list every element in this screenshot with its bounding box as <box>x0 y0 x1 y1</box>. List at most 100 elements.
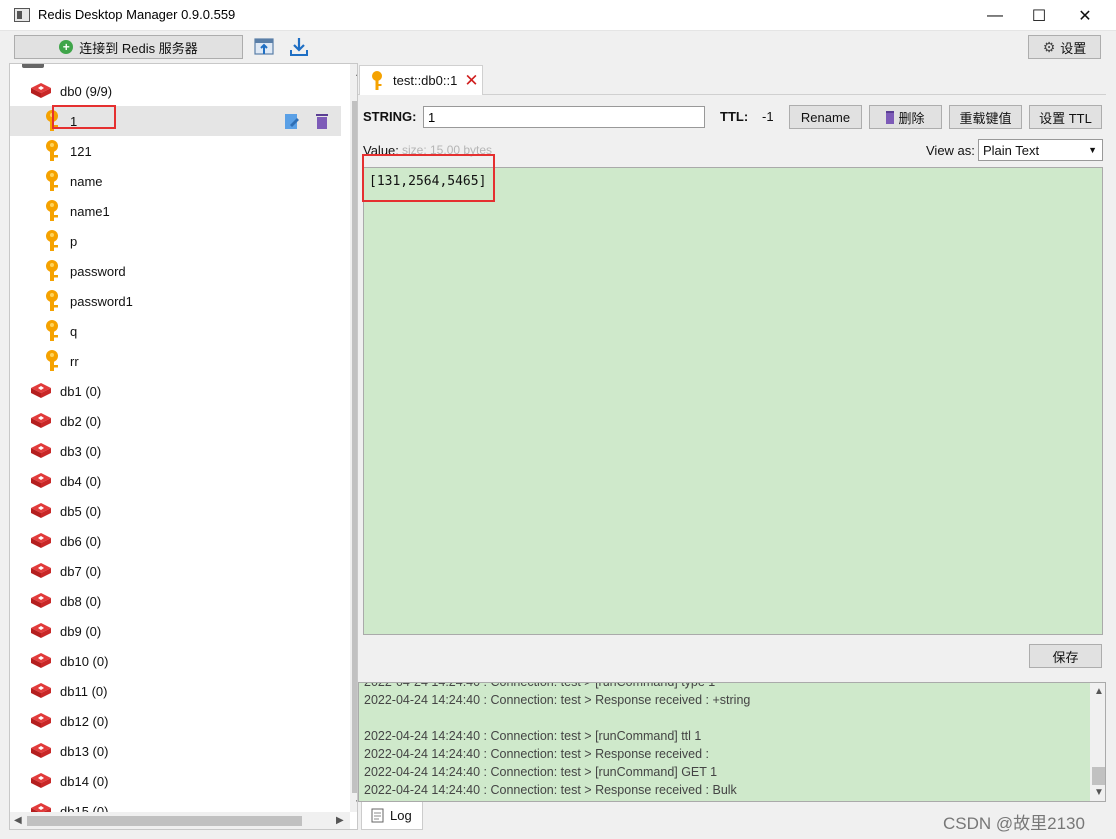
db-name: db6 (0) <box>60 533 102 549</box>
database-icon <box>30 682 52 700</box>
tree-db-row[interactable]: db5 (0) <box>10 496 341 526</box>
key-name: 121 <box>70 143 92 159</box>
database-icon <box>30 712 52 730</box>
minimize-button[interactable]: — <box>972 0 1018 31</box>
highlight-box-key <box>52 105 116 129</box>
tab-label: test::db0::1 <box>393 73 458 88</box>
key-icon <box>44 290 60 312</box>
import-icon <box>254 38 274 55</box>
connect-redis-button[interactable]: + 连接到 Redis 服务器 <box>14 35 243 59</box>
app-icon <box>14 8 30 22</box>
db-name: db12 (0) <box>60 713 109 729</box>
tree-db-row[interactable]: db9 (0) <box>10 616 341 646</box>
tree-db-row[interactable]: db6 (0) <box>10 526 341 556</box>
tree-key-row[interactable]: name <box>10 166 341 196</box>
view-as-selected: Plain Text <box>983 142 1040 158</box>
database-icon <box>30 442 52 460</box>
highlight-box-value <box>362 154 495 202</box>
scroll-right-arrow[interactable]: ▶ <box>336 815 344 826</box>
tree-db-row[interactable]: db2 (0) <box>10 406 341 436</box>
reload-value-button[interactable]: 重载键值 <box>949 105 1022 129</box>
db-name: db5 (0) <box>60 503 102 519</box>
tree-db-row[interactable]: db4 (0) <box>10 466 341 496</box>
save-button[interactable]: 保存 <box>1029 644 1102 668</box>
tree-key-row[interactable]: rr <box>10 346 341 376</box>
server-icon <box>22 64 44 68</box>
key-icon <box>44 260 60 282</box>
key-name: rr <box>70 353 79 369</box>
tree-key-row[interactable]: name1 <box>10 196 341 226</box>
chevron-down-icon: ▼ <box>1088 145 1097 155</box>
set-ttl-button[interactable]: 设置 TTL <box>1029 105 1102 129</box>
view-as-select[interactable]: Plain Text ▼ <box>978 139 1103 161</box>
download-icon <box>290 38 308 56</box>
key-name: name <box>70 173 103 189</box>
log-scroll-up-arrow[interactable]: ▲ <box>1094 686 1104 697</box>
database-icon <box>30 622 52 640</box>
tree-key-row[interactable]: password <box>10 256 341 286</box>
delete-label: 删除 <box>898 110 925 126</box>
window-title: Redis Desktop Manager 0.9.0.559 <box>38 7 236 22</box>
settings-button[interactable]: ⚙ 设置 <box>1028 35 1101 59</box>
database-icon <box>30 472 52 490</box>
tree-db-row[interactable]: db11 (0) <box>10 676 341 706</box>
tree-db-row[interactable]: db8 (0) <box>10 586 341 616</box>
key-name-input[interactable] <box>423 106 705 128</box>
delete-button[interactable]: 删除 <box>869 105 942 129</box>
tree-db-row[interactable]: db1 (0) <box>10 376 341 406</box>
log-line: 2022-04-24 14:24:40 : Connection: test >… <box>364 693 751 707</box>
db-name: db4 (0) <box>60 473 102 489</box>
log-scroll-thumb[interactable] <box>1092 767 1105 785</box>
db-name: db10 (0) <box>60 653 109 669</box>
log-panel: 2022-04-24 14:24:40 : Connection: test >… <box>358 682 1106 802</box>
log-line: 2022-04-24 14:24:40 : Connection: test >… <box>364 729 702 743</box>
key-name: p <box>70 233 78 249</box>
key-icon <box>44 320 60 342</box>
db-name: db14 (0) <box>60 773 109 789</box>
type-label: STRING: <box>363 109 417 124</box>
database-icon <box>30 532 52 550</box>
connect-label: 连接到 Redis 服务器 <box>79 40 198 56</box>
tab-key-view[interactable]: test::db0::1 ✕ <box>359 65 483 95</box>
tree-hscroll-thumb[interactable] <box>27 816 302 826</box>
tree-key-row[interactable]: q <box>10 316 341 346</box>
tree-db-row[interactable]: db0 (9/9) <box>10 76 341 106</box>
db-name: db7 (0) <box>60 563 102 579</box>
value-textarea[interactable]: [131,2564,5465] <box>363 167 1103 635</box>
tree-db-row[interactable]: db10 (0) <box>10 646 341 676</box>
database-icon <box>30 562 52 580</box>
export-button[interactable] <box>288 36 310 58</box>
scroll-left-arrow[interactable]: ◀ <box>14 815 22 826</box>
db-name: db0 (9/9) <box>60 83 113 99</box>
tree-db-row[interactable]: db12 (0) <box>10 706 341 736</box>
tree-db-row[interactable]: db3 (0) <box>10 436 341 466</box>
db-name: db11 (0) <box>60 683 108 699</box>
tree-key-row[interactable]: 121 <box>10 136 341 166</box>
import-button[interactable] <box>253 36 275 58</box>
tree-db-row[interactable]: db14 (0) <box>10 766 341 796</box>
log-line: 2022-04-24 14:24:40 : Connection: test >… <box>364 765 718 779</box>
trash-icon[interactable] <box>315 112 329 130</box>
maximize-button[interactable]: ☐ <box>1016 0 1062 31</box>
database-icon <box>30 772 52 790</box>
edit-key-icon[interactable] <box>284 112 300 130</box>
close-window-button[interactable]: ✕ <box>1062 0 1108 31</box>
plus-circle-icon: + <box>59 40 74 54</box>
tab-log[interactable]: Log <box>361 802 423 830</box>
db-name: db8 (0) <box>60 593 102 609</box>
close-tab-icon[interactable]: ✕ <box>464 71 478 91</box>
tree-key-row[interactable]: p <box>10 226 341 256</box>
key-name: password1 <box>70 293 133 309</box>
database-icon <box>30 652 52 670</box>
database-icon <box>30 82 52 100</box>
db-name: db1 (0) <box>60 383 102 399</box>
tree-key-row[interactable]: password1 <box>10 286 341 316</box>
settings-label: 设置 <box>1060 40 1087 56</box>
key-icon <box>44 230 60 252</box>
db-name: db9 (0) <box>60 623 102 639</box>
tree-db-row[interactable]: db7 (0) <box>10 556 341 586</box>
tree-db-row[interactable]: db13 (0) <box>10 736 341 766</box>
rename-button[interactable]: Rename <box>789 105 862 129</box>
key-icon <box>44 350 60 372</box>
log-scroll-down-arrow[interactable]: ▼ <box>1094 787 1104 798</box>
